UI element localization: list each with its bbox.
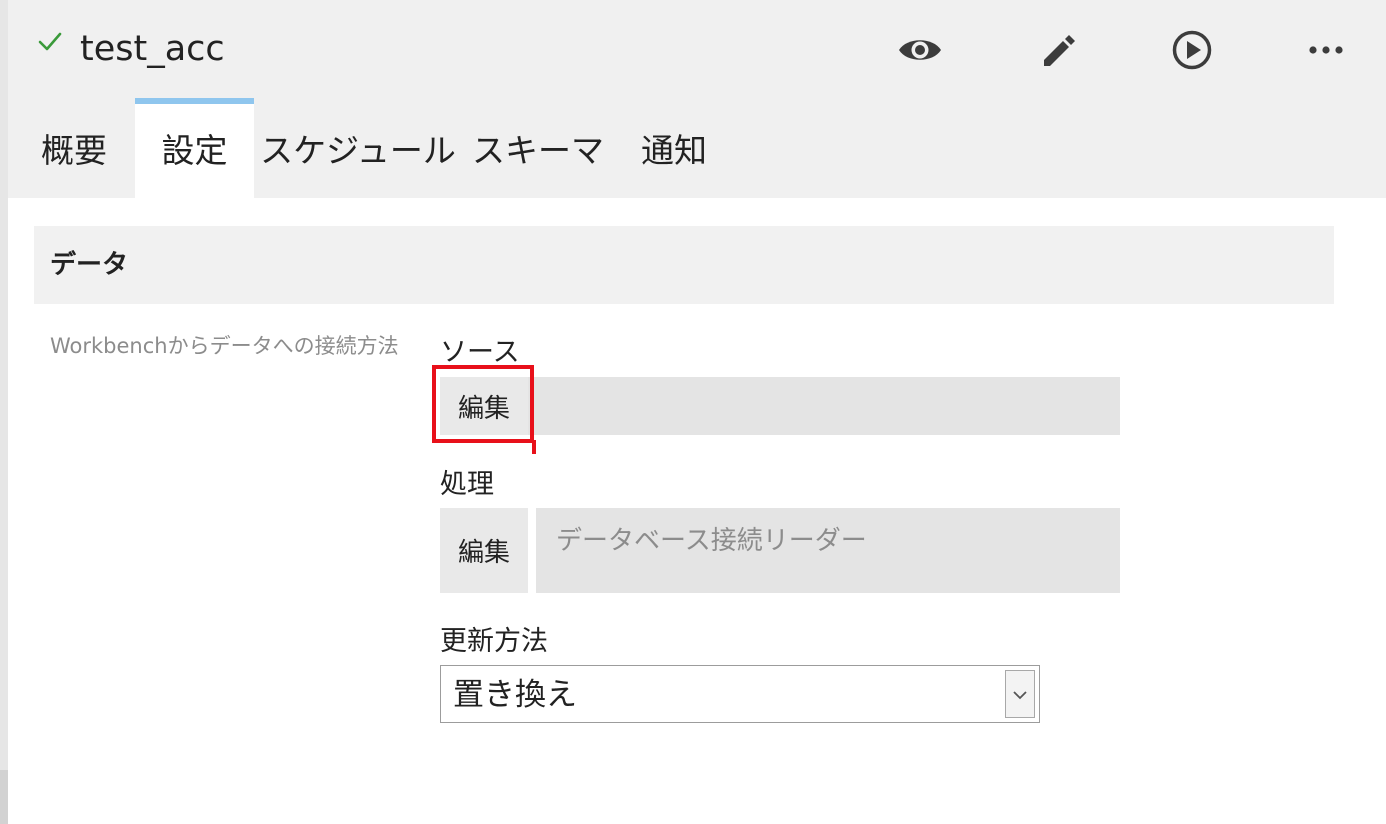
tab-schedule[interactable]: スケジュール [260, 98, 456, 198]
preview-button[interactable] [894, 24, 946, 76]
tab-schema[interactable]: スキーマ [472, 98, 604, 198]
tab-bar: 概要 設定 スケジュール スキーマ 通知 [8, 98, 1008, 198]
check-icon [36, 28, 64, 56]
more-button[interactable] [1300, 24, 1352, 76]
highlight-tick [532, 440, 536, 454]
scrollbar-mark [0, 770, 8, 824]
highlight-box [432, 365, 534, 443]
pencil-icon [1038, 30, 1078, 70]
update-method-select[interactable]: 置き換え [440, 665, 1040, 723]
processing-edit-button[interactable]: 編集 [440, 508, 528, 593]
page-title: test_acc [80, 29, 225, 69]
tab-overview[interactable]: 概要 [28, 98, 120, 198]
section-header: データ [34, 226, 1334, 304]
chevron-down-icon [1013, 685, 1027, 704]
tab-notifications[interactable]: 通知 [634, 98, 714, 198]
eye-icon [897, 35, 943, 65]
source-field [528, 377, 1120, 435]
play-circle-icon [1171, 29, 1213, 71]
section-title: データ [50, 250, 129, 280]
window-left-edge [0, 0, 8, 824]
select-dropdown-button[interactable] [1005, 670, 1035, 718]
section-description: Workbenchからデータへの接続方法 [50, 334, 399, 358]
edit-button[interactable] [1032, 24, 1084, 76]
update-method-label: 更新方法 [440, 626, 548, 657]
more-horizontal-icon [1308, 45, 1344, 55]
processing-label: 処理 [440, 469, 494, 500]
processing-value: データベース接続リーダー [556, 526, 867, 556]
update-method-value: 置き換え [453, 677, 577, 713]
source-label: ソース [440, 337, 520, 368]
tab-settings[interactable]: 設定 [135, 98, 254, 198]
run-button[interactable] [1166, 24, 1218, 76]
